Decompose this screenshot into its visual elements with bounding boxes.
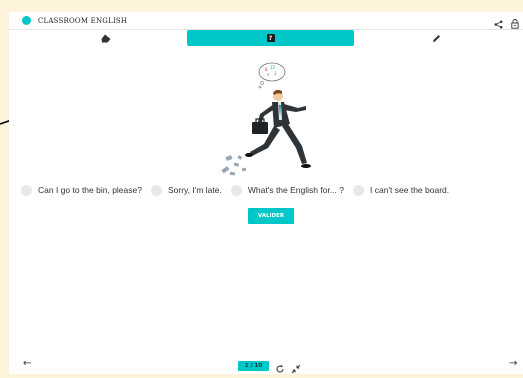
arrow-right-icon[interactable]: →	[509, 358, 517, 370]
choice-option[interactable]: What's the English for... ?	[230, 184, 344, 196]
shrink-icon[interactable]	[291, 359, 301, 378]
question-icon: ?	[266, 34, 275, 42]
refresh-icon[interactable]	[275, 359, 285, 378]
arrow-left-icon[interactable]: ←	[23, 358, 31, 370]
choice-label: Can I go to the bin, please?	[38, 185, 142, 195]
svg-text:6: 6	[267, 73, 269, 77]
choice-label: I can't see the board.	[370, 185, 450, 195]
choice-option[interactable]: I can't see the board.	[353, 184, 450, 196]
app-logo-dot	[22, 16, 31, 25]
tab-question[interactable]: ?	[187, 30, 354, 46]
page-indicator: 1 / 10	[238, 361, 269, 371]
radio-button[interactable]	[21, 184, 32, 196]
running-late-man-illustration: 8 12 36	[221, 62, 311, 176]
tab-eraser[interactable]	[91, 30, 121, 46]
tab-pencil[interactable]	[421, 30, 451, 46]
header-bar: CLASSROOM ENGLISH	[9, 12, 523, 29]
tool-tabs: ?	[9, 29, 523, 47]
exercise-panel: CLASSROOM ENGLISH ? 8 12 3 6 Can I go to…	[9, 12, 523, 374]
submit-button[interactable]: VALIDER	[248, 208, 294, 224]
choice-label: What's the English for... ?	[247, 185, 344, 195]
eraser-icon	[101, 34, 111, 42]
choice-label: Sorry, I'm late.	[167, 185, 222, 195]
radio-button[interactable]	[230, 184, 242, 196]
radio-button[interactable]	[353, 184, 364, 196]
choice-option[interactable]: Can I go to the bin, please?	[21, 184, 142, 196]
answer-choices: Can I go to the bin, please? Sorry, I'm …	[21, 182, 523, 198]
footer-bar: ← 1 / 10 →	[9, 356, 523, 374]
radio-button[interactable]	[150, 184, 162, 196]
choice-option[interactable]: Sorry, I'm late.	[150, 184, 222, 196]
pencil-icon	[432, 34, 440, 42]
page-title: CLASSROOM ENGLISH	[38, 16, 128, 25]
svg-text:12: 12	[270, 65, 276, 70]
